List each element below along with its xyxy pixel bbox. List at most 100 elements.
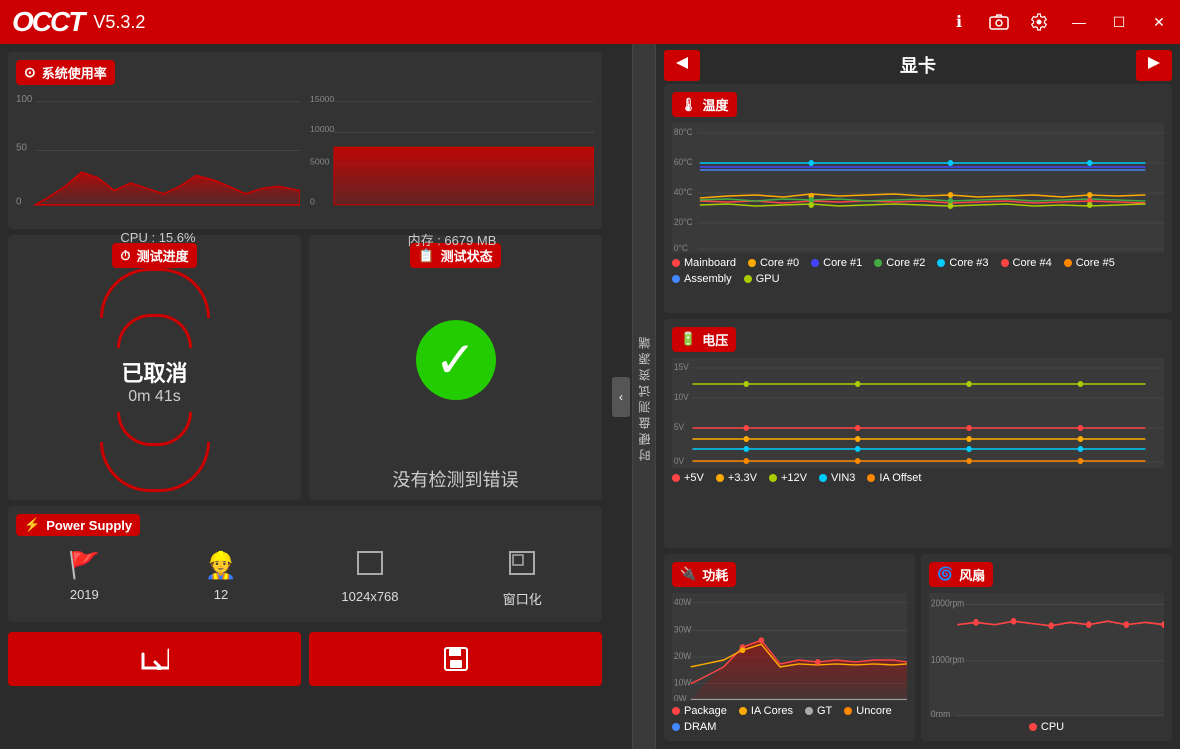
resolution-icon: [356, 550, 384, 583]
gpu-next-button[interactable]: [1136, 50, 1172, 81]
fan-legend: CPU: [929, 721, 1164, 733]
info-icon[interactable]: ℹ: [948, 11, 970, 33]
window-icon: [508, 550, 536, 583]
svg-text:40W: 40W: [674, 596, 692, 606]
mem-value-label: 内存 : 6679 MB: [310, 230, 594, 249]
power-chart-header: 🔌 功耗: [672, 562, 907, 587]
fan-chart-area: 2000rpm 1000rpm 0rpm: [929, 593, 1164, 717]
legend-core4: Core #4: [1001, 257, 1052, 269]
fan-chart-panel: 🌀 风扇 2000rpm 1000rpm 0rpm: [921, 554, 1172, 741]
radar-arc-top-inner: [117, 314, 192, 348]
svg-text:40°C: 40°C: [674, 187, 693, 197]
sidebar-collapse: ‹: [610, 44, 632, 749]
power-chart-area: 40W 30W 20W 10W 0W: [672, 593, 907, 701]
svg-text:15V: 15V: [674, 362, 689, 372]
legend-core5: Core #5: [1064, 257, 1115, 269]
bottom-charts-row: 🔌 功耗 40W 30W 20W 10W 0W: [664, 554, 1172, 741]
legend-5v: +5V: [672, 472, 704, 484]
legend-core0: Core #0: [748, 257, 799, 269]
radar-text: 已取消 0m 41s: [121, 356, 187, 406]
temp-svg: 80°C 60°C 40°C 20°C 0°C: [672, 123, 1164, 253]
radar-arc-bot-inner: [117, 412, 192, 446]
legend-ia-cores: IA Cores: [739, 705, 793, 717]
right-panel: 显卡 🌡 温度 80°C 60°C 40°C: [656, 44, 1180, 749]
svg-text:0°C: 0°C: [674, 243, 688, 253]
power-supply-badge: ⚡ Power Supply: [16, 514, 140, 536]
svg-text:30W: 30W: [674, 624, 692, 634]
svg-text:20°C: 20°C: [674, 217, 693, 227]
app-logo: OCCT: [12, 6, 83, 38]
svg-text:15000: 15000: [310, 94, 334, 104]
cpu-value-label: CPU : 15.6%: [16, 230, 300, 245]
svg-text:2000rpm: 2000rpm: [931, 597, 965, 608]
svg-text:80°C: 80°C: [674, 127, 693, 137]
svg-text:5V: 5V: [674, 422, 684, 432]
bottom-buttons: [8, 628, 602, 690]
voltage-chart-panel: 🔋 电压 15V 10V 5V 0V: [664, 319, 1172, 548]
voltage-icon: 🔋: [680, 331, 696, 347]
temp-chart-panel: 🌡 温度 80°C 60°C 40°C 20°C 0°C: [664, 84, 1172, 313]
save-button[interactable]: [309, 632, 602, 686]
radar-arc-bot-outer: [100, 442, 210, 492]
check-circle: ✓: [416, 320, 496, 400]
enter-button[interactable]: [8, 632, 301, 686]
left-panel: ⊙ 系统使用率 100 50 0: [0, 44, 610, 749]
legend-gt: GT: [805, 705, 832, 717]
temp-header: 🌡 温度: [672, 92, 1164, 117]
legend-core2: Core #2: [874, 257, 925, 269]
flag-icon: 🚩: [68, 550, 100, 581]
test-status-section: 📋 测试状态 ✓ 没有检测到错误: [309, 235, 602, 500]
legend-gpu: GPU: [744, 273, 780, 285]
minimize-button[interactable]: —: [1068, 11, 1090, 33]
gpu-header: 显卡: [664, 52, 1172, 78]
legend-core1: Core #1: [811, 257, 862, 269]
voltage-legend: +5V +3.3V +12V VIN3 IA Offset: [672, 472, 1164, 484]
screenshot-icon[interactable]: [988, 11, 1010, 33]
maximize-button[interactable]: ☐: [1108, 11, 1130, 33]
legend-dram: DRAM: [672, 721, 716, 733]
app-version: V5.3.2: [93, 12, 145, 33]
legend-vin3: VIN3: [819, 472, 855, 484]
gpu-title: 显卡: [900, 52, 936, 78]
voltage-chart-area: 15V 10V 5V 0V: [672, 358, 1164, 468]
close-button[interactable]: ✕: [1148, 11, 1170, 33]
power-item-year: 🚩 2019: [68, 550, 100, 608]
svg-text:0V: 0V: [674, 456, 684, 466]
svg-text:60°C: 60°C: [674, 157, 693, 167]
power-supply-section: ⚡ Power Supply 🚩 2019 👷 12 1024x768: [8, 506, 602, 622]
usage-charts: 100 50 0: [16, 91, 594, 221]
mem-chart: 15000 10000 5000 0: [310, 91, 594, 221]
svg-text:10W: 10W: [674, 677, 692, 687]
test-progress-badge: ⏱ 测试进度: [112, 243, 196, 268]
legend-12v: +12V: [769, 472, 807, 484]
svg-text:0W: 0W: [674, 693, 687, 701]
legend-assembly: Assembly: [672, 273, 732, 285]
status-text: 没有检测到错误: [393, 466, 519, 492]
window-controls: ℹ — ☐ ✕: [948, 11, 1170, 33]
test-status-icon: 📋: [418, 248, 434, 264]
temp-chart-area: 80°C 60°C 40°C 20°C 0°C: [672, 123, 1164, 253]
legend-ia-offset: IA Offset: [867, 472, 921, 484]
svg-text:0: 0: [16, 197, 22, 208]
power-chart-badge: 🔌 功耗: [672, 562, 736, 587]
legend-package: Package: [672, 705, 727, 717]
svg-text:20W: 20W: [674, 650, 692, 660]
legend-cpu-fan: CPU: [1029, 721, 1064, 733]
power-supply-icon: ⚡: [24, 517, 40, 533]
sys-usage-badge: ⊙ 系统使用率: [16, 60, 115, 85]
collapse-button[interactable]: ‹: [612, 377, 630, 417]
legend-uncore: Uncore: [844, 705, 891, 717]
power-chart-panel: 🔌 功耗 40W 30W 20W 10W 0W: [664, 554, 915, 741]
temp-badge: 🌡 温度: [672, 92, 737, 117]
power-item-window: 窗口化: [503, 550, 542, 608]
voltage-badge: 🔋 电压: [672, 327, 736, 352]
sys-usage-icon: ⊙: [24, 64, 36, 81]
power-info-row: 🚩 2019 👷 12 1024x768 窗口化: [16, 544, 594, 614]
svg-text:5000: 5000: [310, 157, 330, 167]
temp-legend: Mainboard Core #0 Core #1 Core #2 Core #…: [672, 257, 1164, 285]
settings-icon[interactable]: [1028, 11, 1050, 33]
temp-icon: 🌡: [680, 97, 697, 113]
test-progress-section: ⏱ 测试进度 已取消 0m 41s: [8, 235, 301, 500]
voltage-svg: 15V 10V 5V 0V: [672, 358, 1164, 468]
gpu-prev-button[interactable]: [664, 50, 700, 81]
